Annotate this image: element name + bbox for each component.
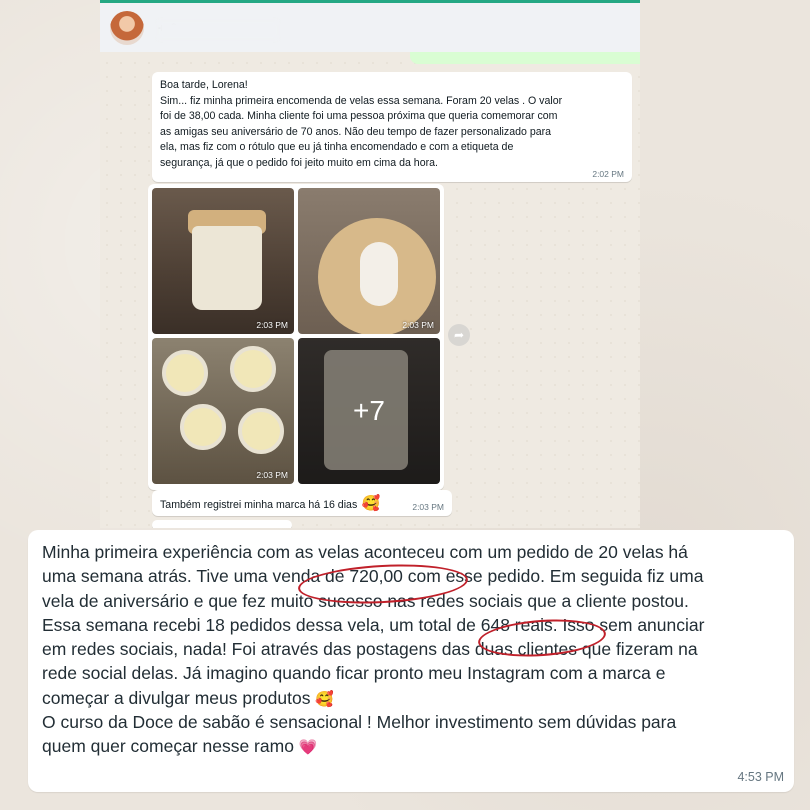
message-line: rede social delas. Já imagino quando fic… [42,663,666,684]
message-line: as amigas seu aniversário de 70 anos. Nã… [160,125,552,138]
outgoing-message-edge [410,52,640,64]
safety-label [360,242,398,306]
message-time: 4:53 PM [737,770,784,784]
smiling-face-hearts-icon: 🥰 [315,690,335,708]
chat-header: + 0 [100,0,640,52]
message-line: ela, mas fiz com o rótulo que eu já tinh… [160,141,514,154]
photo-time: 2:03 PM [256,470,288,480]
candle-top [180,404,226,450]
candle-top [238,408,284,454]
message-line: uma semana atrás. Tive uma venda de 720,… [42,566,704,587]
blurred-contact-number [158,21,278,39]
message-line: segurança, já que o pedido foi jeito mui… [160,156,438,169]
candle-top [230,346,276,392]
candle-jar [192,226,262,310]
message-line: Essa semana recebi 18 pedidos dessa vela… [42,614,705,635]
message-line: em redes sociais, nada! Foi através das … [42,639,698,660]
photo-time: 2:03 PM [402,320,434,330]
chat-panel: + 0 Boa tarde, Lorena! Sim... fiz minha … [100,0,640,528]
forward-icon[interactable]: ➦ [448,324,470,346]
message-line: O curso da Doce de sabão é sensacional !… [42,712,677,733]
heart-icon: 💗 [298,739,318,757]
message-line: quem quer começar nesse ramo [42,736,294,757]
photo-more[interactable]: +7 [298,338,440,484]
message-line-with-emoji: começar a divulgar meus produtos 🥰 [42,686,780,710]
message-line: Sim... fiz minha primeira encomenda de v… [160,94,563,107]
photo-album: 2:03 PM 2:03 PM 2:03 PM +7 [148,184,444,490]
candle-top [162,350,208,396]
more-photos-count: +7 [353,395,385,426]
photo-lid-label[interactable]: 2:03 PM [298,188,440,334]
message-line: foi de 38,00 cada. Minha cliente foi uma… [160,110,558,123]
message-time: 2:03 PM [412,502,444,512]
smiling-face-hearts-icon: 🥰 [361,495,381,512]
photo-candle-jar[interactable]: 2:03 PM [152,188,294,334]
incoming-message[interactable]: Boa tarde, Lorena! Sim... fiz minha prim… [152,72,632,182]
incoming-message[interactable]: Também registrei minha marca há 16 dias … [152,490,452,516]
photo-time: 2:03 PM [256,320,288,330]
message-line: Boa tarde, Lorena! [160,79,248,91]
message-text: Também registrei minha marca há 16 dias [160,499,358,511]
message-line: vela de aniversário e que fez muito suce… [42,590,689,611]
testimonial-message[interactable]: Minha primeira experiência com as velas … [28,530,794,792]
message-line-with-emoji: quem quer começar nesse ramo 💗 [42,734,780,758]
message-time: 2:02 PM [592,169,624,179]
photo-candles-top[interactable]: 2:03 PM [152,338,294,484]
avatar[interactable] [110,10,144,45]
message-line: começar a divulgar meus produtos [42,687,311,708]
message-line: Minha primeira experiência com as velas … [42,542,688,562]
next-message-peek [152,520,292,528]
